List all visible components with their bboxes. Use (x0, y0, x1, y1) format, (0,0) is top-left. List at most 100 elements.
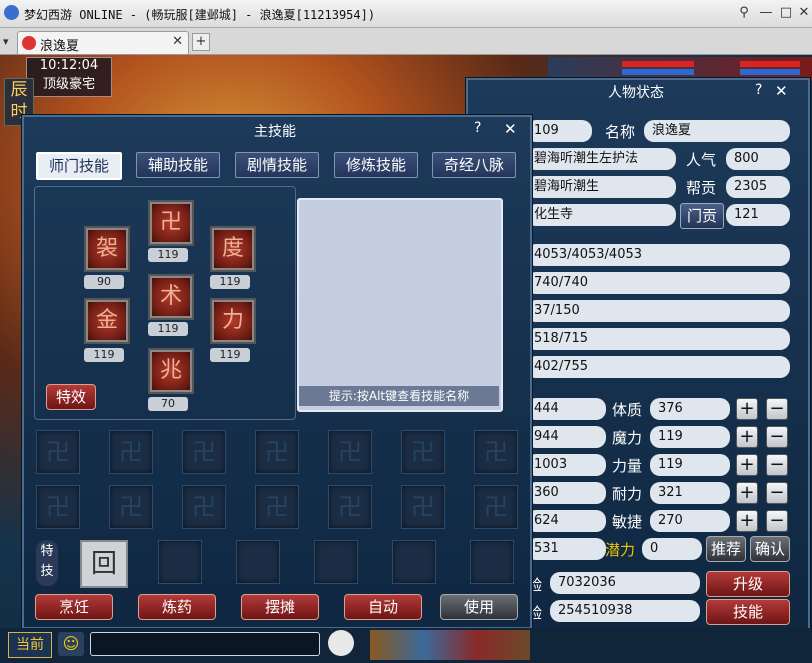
attr-field-endurance: 321 (650, 482, 730, 504)
attr-minus-agility[interactable]: − (766, 510, 788, 532)
slot[interactable]: 卍 (109, 430, 153, 474)
attr-plus-agility[interactable]: + (736, 510, 758, 532)
slot[interactable]: 卍 (401, 485, 445, 529)
mp-bar (622, 69, 694, 75)
close-window-button[interactable]: ✕ (795, 4, 812, 22)
slot[interactable]: 卍 (182, 485, 226, 529)
tab-sect-skills[interactable]: 师门技能 (36, 152, 122, 180)
auto-button[interactable]: 自动 (344, 594, 422, 620)
attr-minus-constitution[interactable]: − (766, 398, 788, 420)
attr-label-constitution: 体质 (612, 401, 643, 419)
slot[interactable]: 卍 (328, 485, 372, 529)
skill-icon-1[interactable]: 卍 (148, 200, 194, 246)
sect-contribution-button[interactable]: 门贡 (680, 203, 724, 229)
new-tab-button[interactable]: + (192, 33, 210, 51)
slot[interactable]: 卍 (36, 430, 80, 474)
level-field: 109 (526, 120, 592, 142)
window-title: 梦幻西游 ONLINE - (畅玩服[建邺城] - 浪逸夏[11213954]) (24, 8, 376, 22)
recommend-button[interactable]: 推荐 (706, 536, 746, 562)
pet-avatar-icon[interactable] (328, 630, 354, 656)
skill-icon-6[interactable]: 力 (210, 298, 256, 344)
popularity-label: 人气 (686, 151, 717, 169)
special-slot[interactable] (158, 540, 202, 584)
status-close-icon[interactable]: ✕ (775, 82, 788, 100)
attr-label-agility: 敏捷 (612, 513, 643, 531)
slot[interactable]: 卍 (474, 430, 518, 474)
clock-time: 10:12:04 (39, 58, 99, 73)
skill-icon-5[interactable]: 金 (84, 298, 130, 344)
upgrade-button[interactable]: 升级 (706, 571, 790, 597)
tab-meridian-skills[interactable]: 奇经八脉 (432, 152, 516, 178)
stall-button[interactable]: 摆摊 (241, 594, 319, 620)
special-skill-icon[interactable]: 回 (80, 540, 128, 588)
alchemy-button[interactable]: 炼药 (138, 594, 216, 620)
attr-plus-endurance[interactable]: + (736, 482, 758, 504)
skill-panel-title: 主技能 (254, 124, 296, 140)
slot[interactable]: 卍 (109, 485, 153, 529)
effect-button[interactable]: 特效 (46, 384, 96, 410)
special-slot[interactable] (470, 540, 514, 584)
status-help-icon[interactable]: ? (755, 82, 762, 98)
skill-hint: 提示:按Alt键查看技能名称 (299, 386, 499, 406)
mp-field: 740/740 (526, 272, 790, 294)
attr-plus-constitution[interactable]: + (736, 398, 758, 420)
tab-support-skills[interactable]: 辅助技能 (136, 152, 220, 178)
attr-value-3: 360 (526, 482, 606, 504)
browser-tab[interactable]: 浪逸夏 ✕ (17, 31, 189, 54)
skill-icon-2[interactable]: 袈 (84, 226, 130, 272)
game-tab-icon (22, 36, 36, 50)
exp-field: 7032036 (550, 572, 700, 594)
special-slot[interactable] (236, 540, 280, 584)
attr-plus-strength[interactable]: + (736, 454, 758, 476)
skill-level-2: 90 (84, 275, 124, 289)
slot[interactable]: 卍 (255, 485, 299, 529)
attr-minus-endurance[interactable]: − (766, 482, 788, 504)
skill-level-3: 119 (210, 275, 250, 289)
pet-hp-bar (740, 61, 800, 67)
tab-cultivation-skills[interactable]: 修炼技能 (334, 152, 418, 178)
app-logo-icon (4, 5, 19, 20)
attr-value-5: 531 (526, 538, 606, 560)
attr-minus-strength[interactable]: − (766, 454, 788, 476)
cooking-button[interactable]: 烹饪 (35, 594, 113, 620)
quick-menu-icons[interactable] (370, 630, 530, 660)
skill-icon-4[interactable]: 术 (148, 274, 194, 320)
skills-button[interactable]: 技能 (706, 599, 790, 625)
skill-icon-7[interactable]: 兆 (148, 348, 194, 394)
tab-story-skills[interactable]: 剧情技能 (235, 152, 319, 178)
slot[interactable]: 卍 (255, 430, 299, 474)
slot[interactable]: 卍 (36, 485, 80, 529)
attr-minus-magic[interactable]: − (766, 426, 788, 448)
use-button[interactable]: 使用 (440, 594, 518, 620)
skill-close-icon[interactable]: ✕ (504, 120, 517, 138)
emoji-icon[interactable]: ☺ (58, 632, 84, 656)
location-name: 顶级豪宅 (42, 77, 95, 92)
slot[interactable]: 卍 (401, 430, 445, 474)
slot[interactable]: 卍 (182, 430, 226, 474)
attr-label-magic: 魔力 (612, 429, 643, 447)
maximize-button[interactable]: □ (777, 4, 795, 22)
chat-channel-button[interactable]: 当前 (8, 632, 52, 658)
tab-dropdown-icon[interactable]: ▾ (3, 35, 9, 48)
skill-help-icon[interactable]: ? (474, 120, 481, 136)
browser-tab-label: 浪逸夏 (40, 39, 80, 54)
attr-field-strength: 119 (650, 454, 730, 476)
close-tab-icon[interactable]: ✕ (172, 34, 183, 49)
special-slot[interactable] (314, 540, 358, 584)
attr-value-4: 624 (526, 510, 606, 532)
sect-field: 化生寺 (526, 204, 676, 226)
special-slot[interactable] (392, 540, 436, 584)
skill-level-6: 119 (210, 348, 250, 362)
skill-icon-3[interactable]: 度 (210, 226, 256, 272)
attr-plus-magic[interactable]: + (736, 426, 758, 448)
confirm-button[interactable]: 确认 (750, 536, 790, 562)
chat-input[interactable] (90, 632, 320, 656)
pin-icon[interactable]: ⚲ (735, 4, 753, 22)
energy-field: 402/755 (526, 356, 790, 378)
skill-description-box (297, 198, 503, 412)
slot[interactable]: 卍 (328, 430, 372, 474)
slot[interactable]: 卍 (474, 485, 518, 529)
guild-contribution-label: 帮贡 (686, 179, 717, 197)
vitality-field: 518/715 (526, 328, 790, 350)
minimize-button[interactable]: — (757, 4, 775, 22)
